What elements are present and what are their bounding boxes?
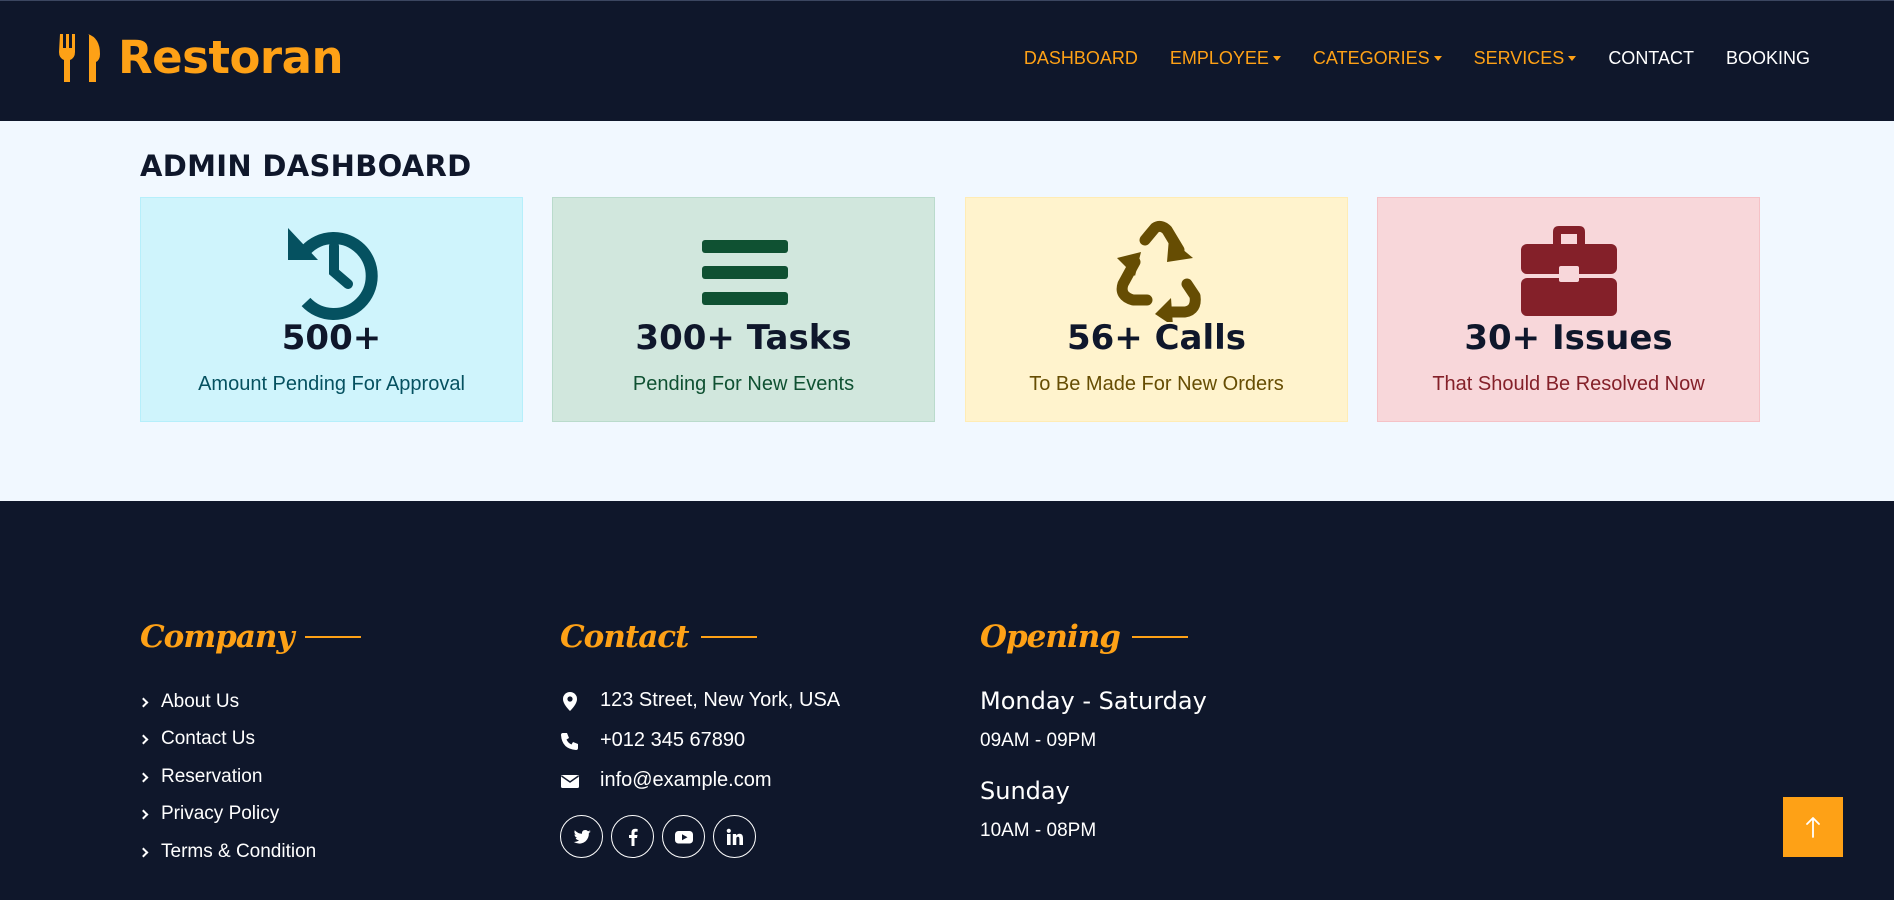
nav-employee-dropdown[interactable]: EMPLOYEE [1170, 48, 1281, 69]
chevron-right-icon [138, 847, 149, 857]
stat-label: To Be Made For New Orders [1029, 373, 1284, 395]
facebook-button[interactable] [611, 815, 654, 858]
stat-value: 56+ Calls [1066, 318, 1247, 358]
chevron-right-icon [138, 809, 149, 819]
map-marker-icon [563, 691, 577, 711]
phone-icon [561, 732, 578, 750]
brand-name: Restoran [118, 31, 343, 84]
stat-card-calls: 56+ Calls To Be Made For New Orders [965, 197, 1348, 422]
linkedin-button[interactable] [713, 815, 756, 858]
utensils-icon [59, 33, 100, 82]
stat-label: Amount Pending For Approval [198, 373, 465, 395]
social-links [560, 815, 756, 858]
nav-services-dropdown[interactable]: SERVICES [1474, 48, 1577, 69]
footer-link-terms[interactable]: Terms & Condition [138, 841, 316, 863]
footer-contact: Contact 123 Street, New York, USA +012 3… [560, 619, 920, 858]
nav-dashboard[interactable]: DASHBOARD [1024, 48, 1138, 69]
twitter-button[interactable] [560, 815, 603, 858]
brand-logo[interactable]: Restoran [58, 31, 343, 84]
twitter-icon [573, 829, 591, 844]
opening-day-sunday: Sunday [980, 777, 1070, 805]
contact-email: info@example.com [560, 769, 771, 792]
caret-down-icon [1433, 56, 1442, 61]
footer-link-about[interactable]: About Us [138, 691, 239, 713]
opening-day-weekdays: Monday - Saturday [980, 687, 1207, 715]
arrow-up-icon [1806, 817, 1820, 838]
footer-heading: Contact [560, 619, 920, 655]
footer-heading: Opening [980, 619, 1320, 655]
contact-phone: +012 345 67890 [560, 729, 745, 752]
footer-link-contact[interactable]: Contact Us [138, 728, 255, 750]
stat-card-pending-amount: 500+ Amount Pending For Approval [140, 197, 523, 422]
footer: Company About Us Contact Us Reservation … [0, 501, 1894, 900]
nav-contact[interactable]: CONTACT [1608, 48, 1694, 69]
facebook-icon [628, 828, 638, 846]
youtube-button[interactable] [662, 815, 705, 858]
navbar: Restoran DASHBOARD EMPLOYEE CATEGORIES S… [0, 0, 1894, 121]
stat-value: 30+ Issues [1464, 318, 1673, 358]
main-nav: DASHBOARD EMPLOYEE CATEGORIES SERVICES C… [1024, 48, 1810, 69]
stat-card-issues: 30+ Issues That Should Be Resolved Now [1377, 197, 1760, 422]
briefcase-icon [1520, 226, 1617, 316]
chevron-right-icon [138, 772, 149, 782]
dashboard-main: ADMIN DASHBOARD 500+ Amount Pending For … [0, 121, 1894, 501]
stat-label: That Should Be Resolved Now [1432, 373, 1705, 395]
contact-address: 123 Street, New York, USA [560, 689, 840, 712]
bars-icon [701, 240, 788, 305]
linkedin-icon [726, 828, 743, 845]
recycle-icon [1116, 220, 1201, 322]
opening-hours-weekdays: 09AM - 09PM [980, 730, 1097, 751]
nav-categories-dropdown[interactable]: CATEGORIES [1313, 48, 1442, 69]
stat-card-tasks: 300+ Tasks Pending For New Events [552, 197, 935, 422]
chevron-right-icon [138, 734, 149, 744]
opening-hours-sunday: 10AM - 08PM [980, 820, 1097, 841]
stat-value: 500+ [281, 318, 382, 358]
footer-company: Company About Us Contact Us Reservation … [138, 619, 480, 862]
chevron-right-icon [138, 697, 149, 707]
stat-value: 300+ Tasks [635, 318, 852, 358]
envelope-icon [561, 774, 579, 788]
history-icon [287, 228, 378, 320]
footer-link-privacy[interactable]: Privacy Policy [138, 803, 279, 825]
page-title: ADMIN DASHBOARD [140, 149, 472, 183]
stat-label: Pending For New Events [632, 373, 855, 395]
footer-link-reservation[interactable]: Reservation [138, 766, 262, 788]
youtube-icon [674, 830, 693, 843]
footer-opening: Opening Monday - Saturday 09AM - 09PM Su… [980, 619, 1320, 841]
back-to-top-button[interactable] [1783, 797, 1843, 857]
caret-down-icon [1272, 56, 1281, 61]
caret-down-icon [1568, 56, 1577, 61]
nav-booking[interactable]: BOOKING [1726, 48, 1810, 69]
footer-heading: Company [140, 619, 480, 655]
